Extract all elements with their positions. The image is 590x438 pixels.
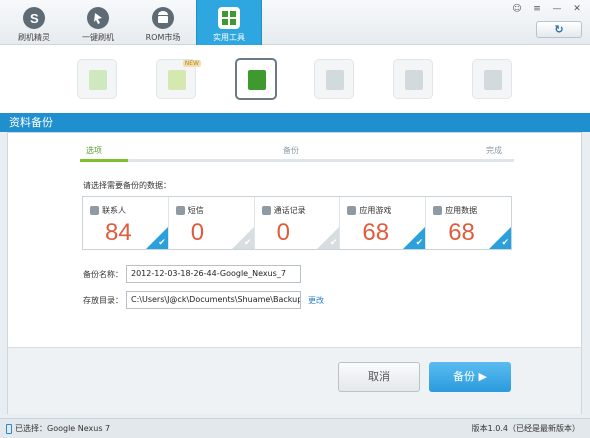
data-type-cards: 联系人 84 ✔ 短信 0 ✔ 通话记录 0 ✔ 应用游戏 68 ✔ 应用数据 … (82, 196, 512, 250)
tab-flash-wizard[interactable]: S 刷机精灵 (2, 0, 66, 45)
search-document-icon (484, 70, 502, 90)
checkmark-icon: ✔ (501, 238, 509, 248)
backup-button[interactable]: 备份 ▶ (429, 362, 511, 392)
close-icon[interactable]: ✕ (568, 2, 586, 16)
card-sms[interactable]: 短信 0 ✔ (168, 197, 255, 249)
puzzle-icon (168, 70, 186, 90)
tab-rom-market[interactable]: ROM市场 (131, 0, 195, 45)
android-icon (152, 7, 174, 29)
svg-text:S: S (30, 11, 39, 26)
tool-strip: NEW (0, 45, 590, 113)
backup-name-input[interactable]: 2012-12-03-18-26-44-Google_Nexus_7 (126, 265, 301, 283)
backup-dir-row: 存放目录： C:\Users\J@ck\Documents\Shuame\Bac… (83, 291, 324, 309)
tab-utilities[interactable]: 实用工具 (196, 0, 262, 45)
card-value: 68 (362, 219, 390, 246)
gear-document-icon (405, 70, 423, 90)
document-restore-icon (326, 70, 344, 90)
pie-chart-icon (433, 206, 443, 215)
grid-icon (218, 7, 240, 29)
backup-dir-input[interactable]: C:\Users\J@ck\Documents\Shuame\Backup (126, 291, 301, 309)
action-bar: 取消 备份 ▶ (8, 347, 581, 414)
step-backup: 备份 (283, 146, 299, 155)
card-app-data[interactable]: 应用数据 68 ✔ (426, 197, 511, 249)
phone-icon (261, 206, 271, 215)
checkmark-icon: ✔ (158, 238, 166, 248)
change-dir-link[interactable]: 更改 (308, 295, 324, 306)
cursor-icon (87, 7, 109, 29)
apps-grid-icon (347, 206, 357, 215)
minimize-icon[interactable]: — (548, 2, 566, 16)
tab-label: 一键刷机 (82, 33, 114, 42)
card-value: 0 (276, 219, 290, 246)
card-title: 应用数据 (445, 206, 478, 215)
status-bar: 已选择：Google Nexus 7 版本1.0.4（已经是最新版本） (0, 418, 590, 438)
phone-icon (6, 423, 12, 434)
progress-fill (80, 159, 128, 162)
tool-restore[interactable] (314, 59, 354, 99)
window-controls: ☺ ≡ — ✕ (508, 2, 586, 16)
tool-data-backup[interactable] (235, 58, 277, 100)
checkmark-icon: ✔ (244, 238, 252, 248)
progress-track (80, 159, 514, 162)
person-icon (90, 206, 99, 215)
card-contacts[interactable]: 联系人 84 ✔ (83, 197, 169, 249)
card-call-log[interactable]: 通话记录 0 ✔ (254, 197, 341, 249)
tab-label: 实用工具 (213, 33, 245, 42)
checkmark-icon: ✔ (329, 238, 338, 248)
step-options: 选项 (86, 146, 102, 155)
card-value: 68 (448, 219, 475, 246)
shopping-bag-icon (89, 70, 107, 90)
logo-s-icon: S (23, 7, 45, 29)
version-info: 版本1.0.4（已经是最新版本） (471, 424, 580, 433)
step-indicator: 选项 备份 完成 (80, 145, 514, 165)
feedback-icon[interactable]: ☺ (508, 2, 526, 16)
instruction-text: 请选择需要备份的数据： (83, 181, 171, 190)
card-title: 通话记录 (273, 206, 306, 215)
card-title: 联系人 (102, 206, 126, 215)
document-icon (248, 70, 266, 90)
backup-name-label: 备份名称： (83, 269, 123, 279)
top-navigation-bar: S 刷机精灵 一键刷机 ROM市场 实用工具 ☺ ≡ — ✕ ↻ (0, 0, 590, 45)
tool-app-store[interactable] (77, 59, 117, 99)
backup-name-row: 备份名称： 2012-12-03-18-26-44-Google_Nexus_7 (83, 265, 301, 283)
card-title: 应用游戏 (359, 206, 392, 215)
menu-icon[interactable]: ≡ (528, 2, 546, 16)
message-icon (175, 206, 185, 215)
backup-dir-label: 存放目录： (83, 295, 123, 305)
card-value: 0 (190, 219, 205, 246)
new-badge: NEW (182, 60, 201, 67)
tab-one-click-flash[interactable]: 一键刷机 (66, 0, 130, 45)
tool-settings[interactable] (393, 59, 433, 99)
section-title: 资料备份 (0, 113, 590, 132)
tab-label: ROM市场 (145, 33, 181, 42)
tab-label: 刷机精灵 (18, 33, 50, 42)
card-value: 84 (105, 219, 132, 246)
step-done: 完成 (486, 146, 502, 155)
cancel-button[interactable]: 取消 (338, 362, 420, 392)
refresh-button[interactable]: ↻ (536, 21, 582, 38)
card-apps-games[interactable]: 应用游戏 68 ✔ (340, 197, 427, 249)
card-title: 短信 (187, 206, 204, 215)
device-status: 已选择：Google Nexus 7 (15, 424, 111, 433)
tool-search[interactable] (472, 59, 512, 99)
backup-panel: 选项 备份 完成 请选择需要备份的数据： 联系人 84 ✔ 短信 0 ✔ 通话记… (7, 132, 582, 414)
checkmark-icon: ✔ (415, 238, 424, 248)
tool-plugins[interactable]: NEW (156, 59, 201, 99)
